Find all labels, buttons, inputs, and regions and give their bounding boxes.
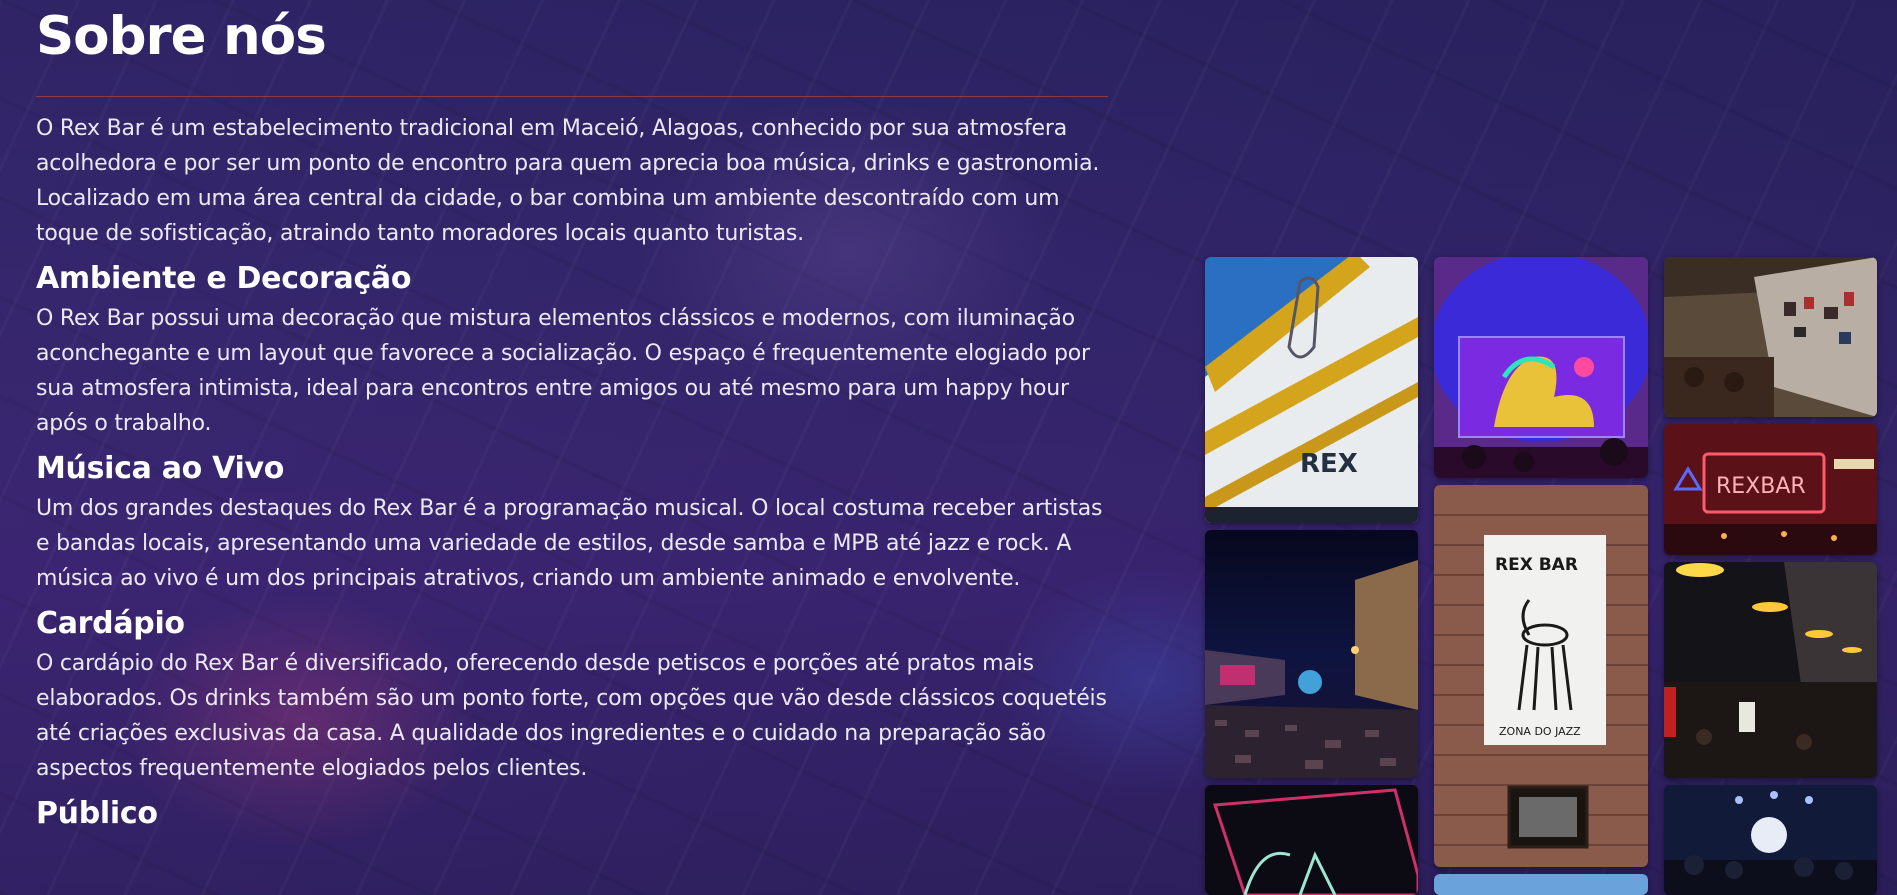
intro-paragraph: O Rex Bar é um estabelecimento tradicion… <box>36 116 1100 246</box>
neon-sign-text: REXBAR <box>1716 474 1806 499</box>
facade-sign-text: REX <box>1300 449 1358 479</box>
gallery-photo-jazz-poster[interactable]: REX BAR ZONA DO JAZZ <box>1434 485 1648 867</box>
gallery-photo-rexbar-neon[interactable]: REXBAR <box>1664 424 1877 555</box>
section-text-musica: Um dos grandes destaques do Rex Bar é a … <box>36 496 1103 591</box>
section-text-cardapio: O cardápio do Rex Bar é diversificado, o… <box>36 651 1107 781</box>
poster-caption-text: ZONA DO JAZZ <box>1499 725 1581 738</box>
title-divider <box>36 96 1108 97</box>
poster-title-text: REX BAR <box>1495 555 1578 575</box>
gallery-photo-neon-sign-green[interactable] <box>1205 785 1418 895</box>
gallery-photo-facade[interactable]: REX <box>1205 257 1418 523</box>
gallery-photo-dj-crowd[interactable] <box>1664 785 1877 895</box>
page-title: Sobre nós <box>36 6 327 67</box>
section-title-cardapio: Cardápio <box>36 606 185 641</box>
section-text-ambiente: O Rex Bar possui uma decoração que mistu… <box>36 306 1090 436</box>
gallery-photo-interior-wall[interactable] <box>1664 257 1877 417</box>
section-title-musica: Música ao Vivo <box>36 451 285 486</box>
gallery-photo-neon-painting[interactable] <box>1434 257 1648 478</box>
section-title-ambiente: Ambiente e Decoração <box>36 261 412 296</box>
photo-gallery: REX REX BAR ZONA DO JAZZ REXBAR <box>1205 257 1877 895</box>
section-title-publico: Público <box>36 796 158 831</box>
gallery-photo-pendant-lights[interactable] <box>1664 562 1877 778</box>
gallery-photo-blue[interactable] <box>1434 874 1648 895</box>
gallery-photo-street-night[interactable] <box>1205 530 1418 778</box>
about-section: Sobre nós O Rex Bar é um estabelecimento… <box>36 0 1108 836</box>
